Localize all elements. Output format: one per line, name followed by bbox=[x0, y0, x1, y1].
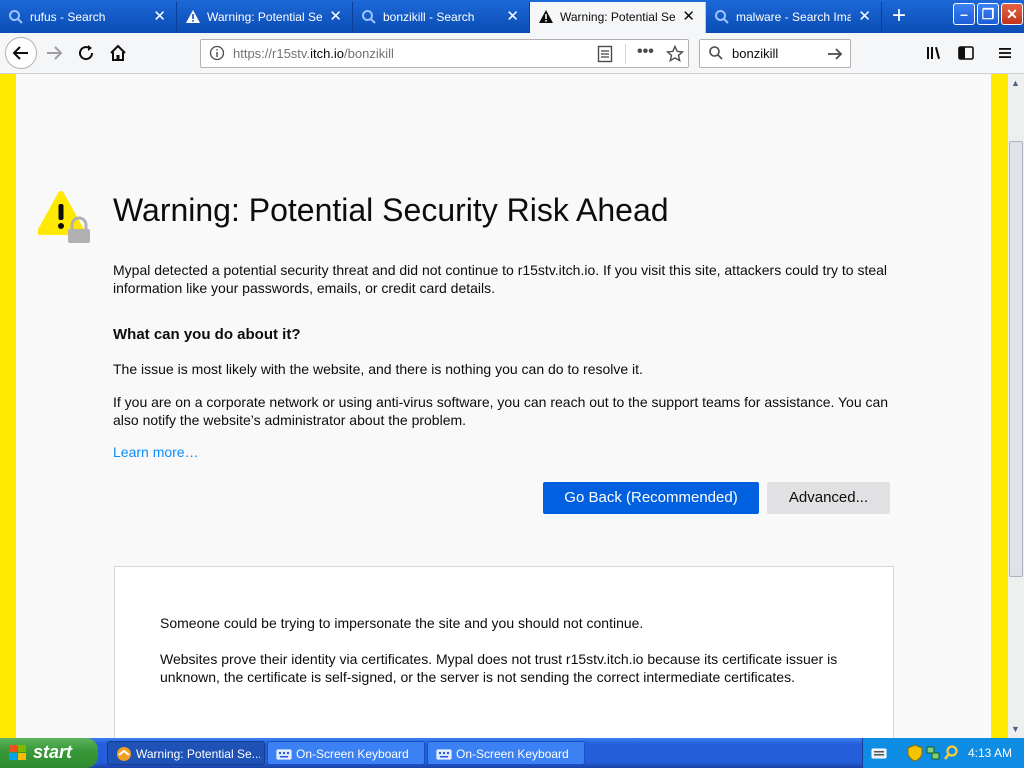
minimize-button[interactable]: – bbox=[953, 3, 975, 25]
new-tab-button[interactable]: + bbox=[886, 3, 912, 29]
warning-stripe-left bbox=[0, 74, 16, 738]
search-input[interactable]: bonzikill bbox=[732, 46, 778, 61]
search-icon bbox=[708, 45, 724, 66]
intro-text: Mypal detected a potential security thre… bbox=[113, 262, 888, 296]
url-bar[interactable]: https://r15stv.itch.io/bonzikill ••• bbox=[200, 39, 689, 68]
reload-icon bbox=[79, 45, 94, 61]
library-icon bbox=[927, 47, 940, 59]
tab-bonzikill-search[interactable]: bonzikill - Search ✕ bbox=[353, 2, 530, 33]
keyboard-icon bbox=[276, 746, 292, 762]
url-path: /bonzikill bbox=[344, 46, 394, 61]
warning-icon bbox=[185, 9, 201, 25]
tab-title: malware - Search Images bbox=[736, 10, 851, 24]
tab-rufus-search[interactable]: rufus - Search ✕ bbox=[0, 2, 177, 33]
taskbar-item-keyboard-2[interactable]: On-Screen Keyboard bbox=[427, 741, 585, 765]
urlbar-separator bbox=[625, 44, 626, 64]
windows-logo-icon bbox=[8, 744, 28, 767]
issue-text: The issue is most likely with the websit… bbox=[113, 361, 643, 377]
home-icon bbox=[110, 44, 126, 61]
error-page: Warning: Potential Security Risk Ahead M… bbox=[0, 74, 1024, 738]
close-tab-icon[interactable]: ✕ bbox=[682, 9, 695, 25]
page-actions-icon[interactable]: ••• bbox=[637, 43, 654, 61]
info-icon[interactable] bbox=[209, 45, 225, 61]
library-button[interactable] bbox=[920, 39, 948, 67]
clock: 4:13 AM bbox=[968, 746, 1013, 760]
start-button[interactable]: start bbox=[0, 738, 98, 768]
vertical-scrollbar[interactable]: ▲ ▼ bbox=[1007, 74, 1024, 738]
search-go-icon[interactable] bbox=[826, 45, 844, 68]
scroll-down-icon[interactable]: ▼ bbox=[1011, 724, 1020, 734]
bookmark-star-icon[interactable] bbox=[665, 44, 685, 68]
taskbar-item-label: On-Screen Keyboard bbox=[296, 747, 409, 761]
sidebar-icon bbox=[958, 46, 974, 60]
url-domain: itch.io bbox=[310, 46, 345, 61]
corporate-text: If you are on a corporate network or usi… bbox=[113, 394, 889, 428]
arrow-right-icon bbox=[47, 46, 63, 60]
network-icon[interactable] bbox=[925, 744, 941, 767]
learn-more-link[interactable]: Learn more… bbox=[113, 444, 199, 460]
warning-lock-icon bbox=[37, 190, 94, 249]
sidebar-button[interactable] bbox=[952, 39, 980, 67]
forward-button[interactable] bbox=[40, 39, 68, 67]
taskbar-item-keyboard[interactable]: On-Screen Keyboard bbox=[267, 741, 425, 765]
tab-malware-images[interactable]: malware - Search Images ✕ bbox=[706, 2, 882, 33]
maximize-button[interactable]: ❐ bbox=[977, 3, 999, 25]
taskbar-item-label: Warning: Potential Se... bbox=[136, 747, 260, 761]
menu-button[interactable] bbox=[991, 39, 1019, 67]
close-tab-icon[interactable]: ✕ bbox=[153, 9, 166, 25]
taskbar: start Warning: Potential Se... On-Screen… bbox=[0, 738, 1024, 768]
warning-icon bbox=[538, 9, 554, 25]
taskbar-item-label: On-Screen Keyboard bbox=[456, 747, 569, 761]
keyboard-icon bbox=[436, 746, 452, 762]
reload-button[interactable] bbox=[72, 39, 100, 67]
close-tab-icon[interactable]: ✕ bbox=[329, 9, 342, 25]
security-shield-icon[interactable] bbox=[907, 744, 923, 767]
tab-title: Warning: Potential Security Risk Ahead bbox=[207, 10, 322, 24]
impersonate-text: Someone could be trying to impersonate t… bbox=[160, 615, 644, 631]
hamburger-menu-icon bbox=[999, 48, 1011, 58]
search-bar[interactable]: bonzikill bbox=[699, 39, 851, 68]
tab-title: rufus - Search bbox=[30, 10, 106, 24]
search-icon bbox=[714, 9, 730, 25]
scroll-up-icon[interactable]: ▲ bbox=[1011, 78, 1020, 88]
what-can-you-do-heading: What can you do about it? bbox=[113, 326, 301, 343]
search-icon bbox=[361, 9, 377, 25]
go-back-button[interactable]: Go Back (Recommended) bbox=[543, 482, 759, 514]
navigation-toolbar: https://r15stv.itch.io/bonzikill ••• bon… bbox=[0, 33, 1024, 74]
browser-icon bbox=[116, 746, 132, 762]
warning-stripe-right bbox=[991, 74, 1007, 738]
tab-title: Warning: Potential Security Risk Ahead bbox=[560, 10, 675, 24]
scroll-thumb[interactable] bbox=[1009, 141, 1023, 577]
page-title: Warning: Potential Security Risk Ahead bbox=[113, 192, 669, 228]
keyboard-tray-icon[interactable] bbox=[871, 745, 887, 766]
advanced-button[interactable]: Advanced... bbox=[767, 482, 890, 514]
reader-view-icon[interactable] bbox=[597, 45, 613, 68]
url-prefix: https://r15stv. bbox=[233, 46, 311, 61]
back-button[interactable] bbox=[5, 37, 37, 69]
home-button[interactable] bbox=[104, 39, 132, 67]
search-icon bbox=[8, 9, 24, 25]
tab-title: bonzikill - Search bbox=[383, 10, 475, 24]
arrow-left-icon bbox=[12, 46, 28, 60]
system-tray: 4:13 AM bbox=[862, 738, 1024, 768]
search-tray-icon[interactable] bbox=[943, 744, 959, 767]
taskbar-item-browser[interactable]: Warning: Potential Se... bbox=[107, 741, 265, 765]
close-tab-icon[interactable]: ✕ bbox=[858, 9, 871, 25]
advanced-panel: Someone could be trying to impersonate t… bbox=[114, 566, 894, 738]
tab-warning[interactable]: Warning: Potential Security Risk Ahead ✕ bbox=[177, 2, 353, 33]
tab-strip: rufus - Search ✕ Warning: Potential Secu… bbox=[0, 0, 1024, 33]
close-tab-icon[interactable]: ✕ bbox=[506, 9, 519, 25]
url-text: https://r15stv.itch.io/bonzikill bbox=[233, 46, 394, 61]
certificate-text: Websites prove their identity via certif… bbox=[160, 651, 838, 685]
close-window-button[interactable]: ✕ bbox=[1001, 3, 1023, 25]
start-label: start bbox=[33, 742, 73, 762]
tab-warning-active[interactable]: Warning: Potential Security Risk Ahead ✕ bbox=[530, 2, 706, 33]
